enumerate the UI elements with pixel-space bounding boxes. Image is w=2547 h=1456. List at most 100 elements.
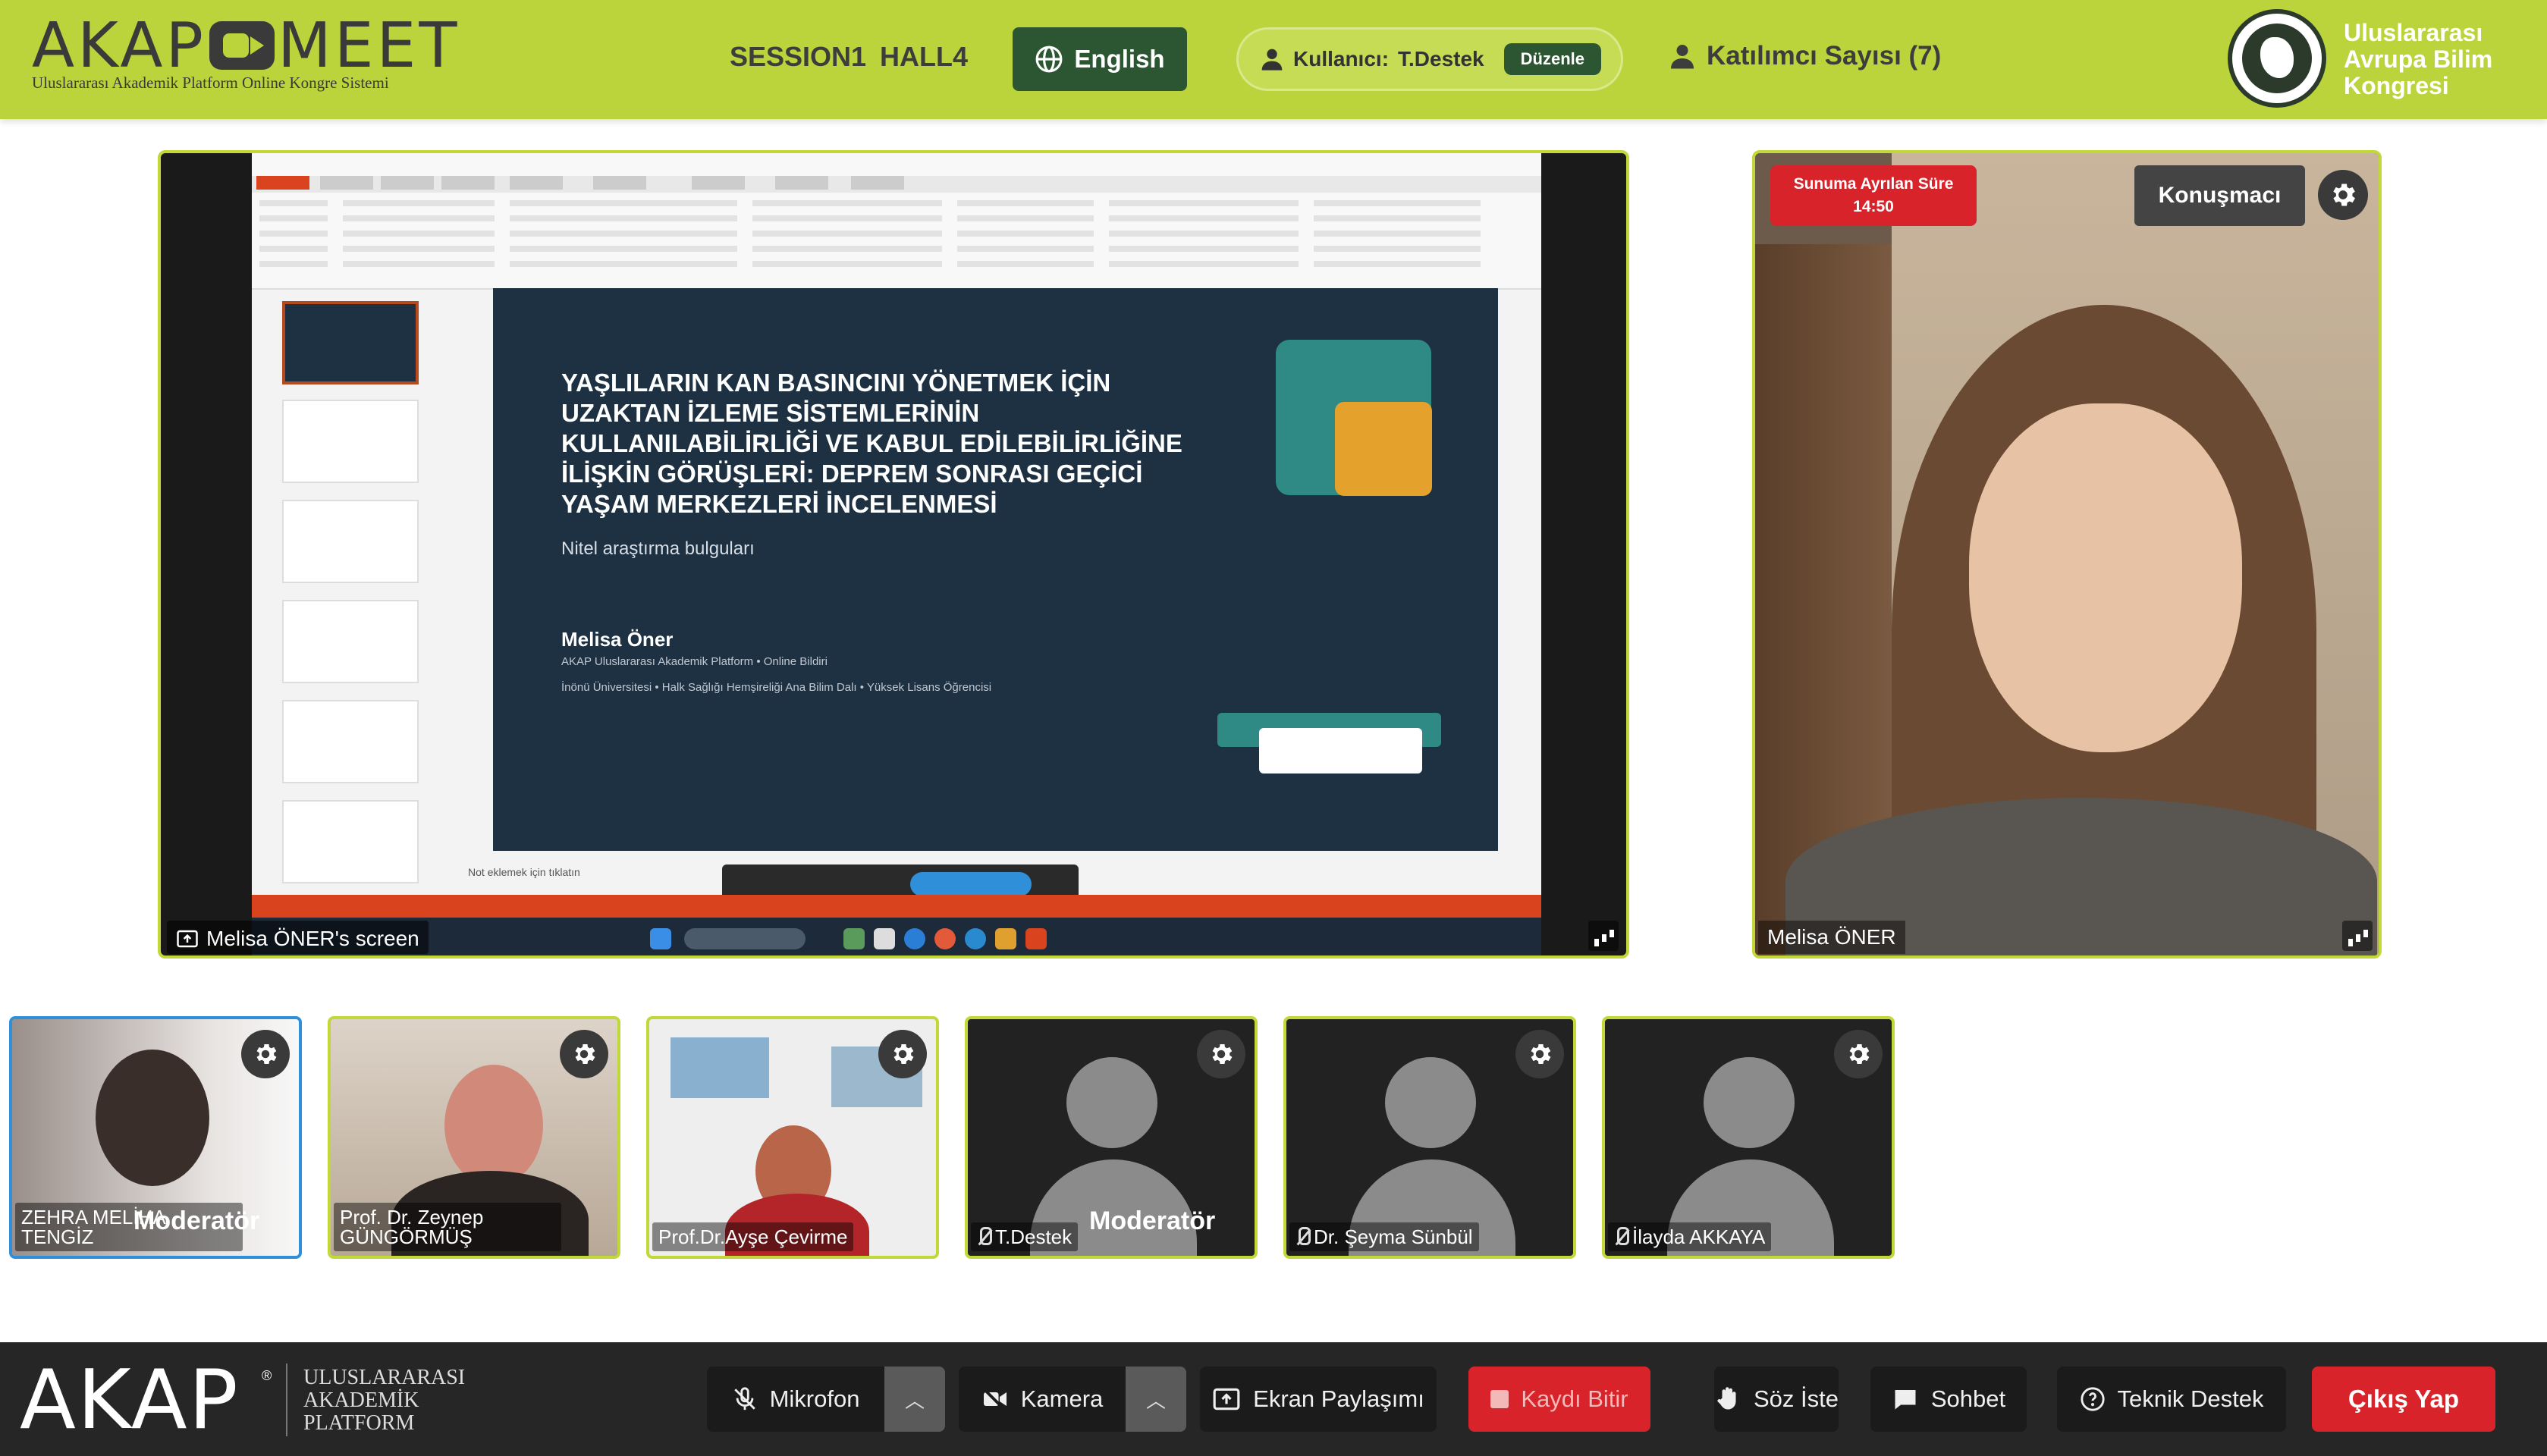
participant-video — [96, 1050, 209, 1186]
akap-logo: AKAP — [20, 1353, 240, 1448]
edit-user-button[interactable]: Düzenle — [1503, 43, 1601, 75]
congress-seal-icon — [2228, 9, 2326, 108]
microphone-button[interactable]: Mikrofon — [707, 1367, 884, 1432]
participant-tile[interactable]: Dr. Şeyma Sünbül — [1283, 1016, 1576, 1259]
session-label: SESSION1 — [730, 41, 867, 72]
hall-label: HALL4 — [880, 41, 968, 72]
hand-icon — [1717, 1387, 1736, 1410]
screen-share-owner: Melisa ÖNER's screen — [206, 927, 419, 950]
speaker-video-tile[interactable]: Sunuma Ayrılan Süre 14:50 Konuşmacı Meli… — [1752, 150, 2382, 959]
avatar-icon — [1385, 1057, 1476, 1148]
control-bar: AKAP ® ULUSLARARASI AKADEMİK PLATFORM Mi… — [0, 1342, 2547, 1456]
record-stop-icon — [1490, 1390, 1509, 1408]
participant-count-button[interactable]: Katılımcı Sayısı (7) — [1669, 41, 1941, 71]
participant-name: T.Destek — [995, 1225, 1073, 1248]
participant-count: Katılımcı Sayısı (7) — [1707, 41, 1942, 71]
signal-strength-icon — [1588, 921, 1619, 951]
screen-share-label: Melisa ÖNER's screen — [167, 921, 429, 954]
leave-button[interactable]: Çıkış Yap — [2312, 1367, 2495, 1432]
congress-name: Uluslararası Avrupa Bilim Kongresi — [2344, 19, 2493, 99]
slide-decoration — [1259, 728, 1422, 774]
raise-hand-button[interactable]: Söz İste — [1714, 1367, 1839, 1432]
gear-icon[interactable] — [1834, 1030, 1883, 1078]
platform-name: ULUSLARARASI AKADEMİK PLATFORM — [303, 1366, 466, 1435]
globe-icon — [1035, 46, 1063, 73]
logo-subtitle: Uluslararası Akademik Platform Online Ko… — [32, 74, 389, 92]
mic-off-icon — [977, 1227, 992, 1247]
avatar-icon — [1704, 1057, 1795, 1148]
gear-icon[interactable] — [878, 1030, 927, 1078]
technical-support-button[interactable]: Teknik Destek — [2057, 1367, 2286, 1432]
gear-icon[interactable] — [560, 1030, 608, 1078]
camera-off-icon — [982, 1388, 1007, 1410]
ribbon-toolbar — [252, 153, 1541, 290]
participant-tile[interactable]: Prof. Dr. Zeynep GÜNGÖRMÜŞ — [328, 1016, 620, 1259]
camera-options-chevron-icon[interactable]: ︿ — [1126, 1367, 1186, 1432]
participant-name-row: Dr. Şeyma Sünbül — [1289, 1222, 1479, 1251]
screen-share-tile[interactable]: YAŞLILARIN KAN BASINCINI YÖNETMEK İÇİN U… — [158, 150, 1629, 959]
slide-affiliation: AKAP Uluslararası Akademik Platform • On… — [561, 655, 828, 668]
gear-icon[interactable] — [1197, 1030, 1245, 1078]
language-button[interactable]: English — [1013, 27, 1187, 91]
participant-name-row: T.Destek — [971, 1222, 1079, 1251]
moderator-badge: Moderatör — [1089, 1207, 1216, 1235]
stop-recording-button[interactable]: Kaydı Bitir — [1468, 1367, 1650, 1432]
participant-video — [444, 1065, 543, 1186]
os-taskbar — [252, 918, 1541, 956]
timer-label: Sunuma Ayrılan Süre — [1793, 175, 1954, 193]
logo-right: MEET — [277, 10, 460, 82]
timer-value: 14:50 — [1853, 198, 1894, 215]
mic-options-chevron-icon[interactable]: ︿ — [884, 1367, 945, 1432]
mic-off-icon — [733, 1387, 755, 1410]
presentation-timer: Sunuma Ayrılan Süre 14:50 — [1770, 165, 1977, 226]
signal-strength-icon — [2342, 921, 2373, 951]
screen-share-button[interactable]: Ekran Paylaşımı — [1200, 1367, 1437, 1432]
language-label: English — [1074, 45, 1165, 73]
camera-button[interactable]: Kamera — [959, 1367, 1126, 1432]
participant-name: İlayda AKKAYA — [1632, 1225, 1766, 1248]
slide-author: Melisa Öner — [561, 628, 674, 651]
chat-button[interactable]: Sohbet — [1870, 1367, 2027, 1432]
help-icon — [2080, 1387, 2105, 1411]
user-name: T.Destek — [1398, 47, 1484, 71]
chat-icon — [1895, 1390, 1916, 1410]
logo-left: AKAP — [32, 10, 206, 82]
moderator-badge: Moderatör — [133, 1207, 260, 1235]
participant-tile[interactable]: ZEHRA MELİHA TENGİZ Moderatör — [9, 1016, 302, 1259]
participant-name-row: İlayda AKKAYA — [1608, 1222, 1772, 1251]
presentation-window: YAŞLILARIN KAN BASINCINI YÖNETMEK İÇİN U… — [252, 153, 1541, 956]
gear-icon[interactable] — [2318, 170, 2368, 220]
participant-tile[interactable]: T.Destek Moderatör — [965, 1016, 1258, 1259]
participant-name: Prof.Dr.Ayşe Çevirme — [652, 1222, 854, 1251]
akapmeet-logo[interactable]: AKAP MEET — [32, 12, 460, 80]
speaker-name-label: Melisa ÖNER — [1758, 921, 1905, 954]
logo-divider — [286, 1363, 287, 1436]
slide-notes: Not eklemek için tıklatın — [468, 866, 580, 878]
slide-affiliation: İnönü Üniversitesi • Halk Sağlığı Hemşir… — [561, 681, 992, 694]
registered-icon: ® — [262, 1368, 272, 1383]
avatar-icon — [1066, 1057, 1157, 1148]
slide-thumbnails — [267, 301, 419, 908]
participant-tile[interactable]: Prof.Dr.Ayşe Çevirme — [646, 1016, 939, 1259]
status-bar — [252, 895, 1541, 918]
mic-off-icon — [1295, 1227, 1311, 1247]
gear-icon[interactable] — [1515, 1030, 1564, 1078]
participant-name: Prof. Dr. Zeynep GÜNGÖRMÜŞ — [334, 1203, 561, 1251]
user-label: Kullanıcı: — [1293, 47, 1390, 71]
top-header: AKAP MEET Uluslararası Akademik Platform … — [0, 0, 2547, 119]
user-info: Kullanıcı: T.Destek Düzenle — [1236, 27, 1623, 91]
speaker-role-badge: Konuşmacı — [2134, 165, 2305, 226]
camera-logo-icon — [209, 21, 275, 70]
participant-tile[interactable]: İlayda AKKAYA — [1602, 1016, 1895, 1259]
slide-decoration — [1335, 402, 1432, 496]
mic-off-icon — [1614, 1227, 1629, 1247]
user-icon — [1671, 45, 1694, 69]
user-icon — [1261, 49, 1283, 71]
screen-share-icon — [177, 930, 198, 948]
slide-subtitle: Nitel araştırma bulguları — [561, 538, 755, 559]
current-slide: YAŞLILARIN KAN BASINCINI YÖNETMEK İÇİN U… — [493, 288, 1498, 851]
slide-title: YAŞLILARIN KAN BASINCINI YÖNETMEK İÇİN U… — [561, 369, 1182, 518]
participant-name: Dr. Şeyma Sünbül — [1314, 1225, 1473, 1248]
gear-icon[interactable] — [241, 1030, 290, 1078]
screen-share-icon — [1213, 1388, 1240, 1410]
